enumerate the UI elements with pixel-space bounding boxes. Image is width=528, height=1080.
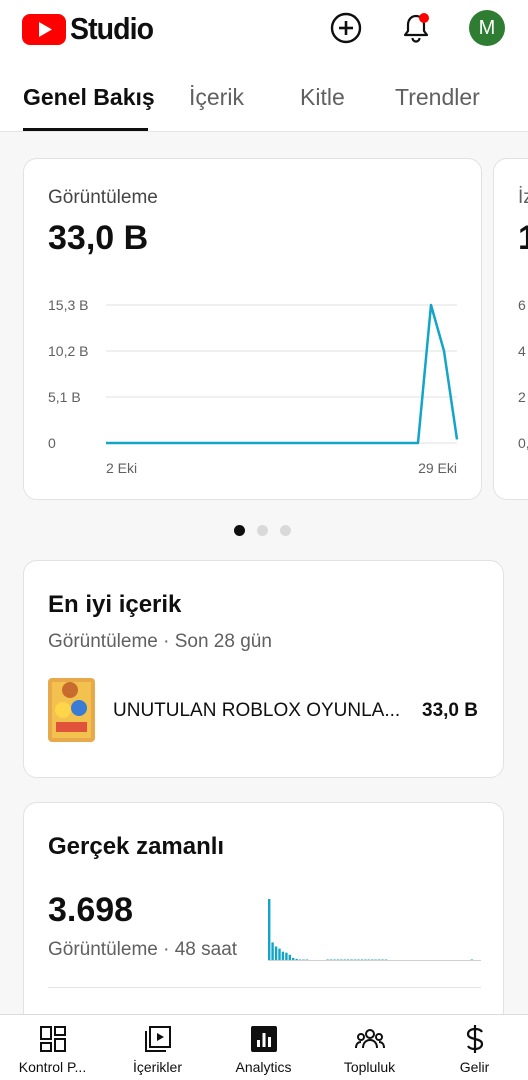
nav-earn[interactable]: Gelir xyxy=(422,1015,527,1080)
views-line-chart: 15,3 B 10,2 B 5,1 B 0 2 Eki 29 Eki xyxy=(48,297,459,476)
y-tick-label: 5,1 B xyxy=(48,389,81,405)
realtime-bar xyxy=(278,948,281,961)
pager-dot-active[interactable] xyxy=(234,525,245,536)
next-metric-tick: 0, xyxy=(518,435,528,451)
divider xyxy=(48,987,481,988)
next-metric-card[interactable]: İz 1 6 4 2 0, xyxy=(493,158,528,500)
top-content-item-value: 33,0 B xyxy=(422,700,478,721)
realtime-title: Gerçek zamanlı xyxy=(48,833,225,860)
views-series-line xyxy=(106,303,459,445)
nav-dashboard[interactable]: Kontrol P... xyxy=(0,1015,105,1080)
analytics-tabs: Genel Bakış İçerik Kitle Trendler xyxy=(0,74,528,132)
notifications-button[interactable] xyxy=(399,11,433,45)
next-metric-value: 1 xyxy=(518,219,528,258)
nav-community[interactable]: Topluluk xyxy=(317,1015,422,1080)
next-metric-tick: 2 xyxy=(518,389,526,405)
dashboard-icon xyxy=(38,1024,68,1054)
x-tick-label: 29 Eki xyxy=(418,460,457,476)
plus-circle-icon xyxy=(330,12,362,44)
realtime-subtitle: Görüntüleme · 48 saat xyxy=(48,939,238,960)
avatar-letter: M xyxy=(478,16,496,39)
y-tick-label: 10,2 B xyxy=(48,343,88,359)
nav-label: Gelir xyxy=(459,1059,490,1075)
realtime-bar-chart xyxy=(268,899,481,961)
nav-label: Analytics xyxy=(235,1059,292,1075)
realtime-bar xyxy=(285,952,288,961)
video-thumbnail[interactable] xyxy=(48,678,95,742)
tab-audience[interactable]: Kitle xyxy=(300,84,345,111)
pager-dot[interactable] xyxy=(280,525,291,536)
bell-icon xyxy=(403,13,429,43)
views-card[interactable]: Görüntüleme 33,0 B 15,3 B 10,2 B 5,1 B02 E… xyxy=(23,158,482,500)
nav-label: Kontrol P... xyxy=(18,1059,87,1075)
pager-dot[interactable] xyxy=(257,525,268,536)
realtime-card[interactable]: Gerçek zamanlı 3.698 Görüntüleme · 48 sa… xyxy=(23,802,504,1042)
top-content-item-title[interactable]: UNUTULAN ROBLOX OYUNLA... xyxy=(113,700,403,722)
notification-dot xyxy=(419,13,429,23)
next-metric-label: İz xyxy=(518,187,528,208)
realtime-bar xyxy=(271,942,274,961)
realtime-bar xyxy=(281,951,285,961)
nav-label: Topluluk xyxy=(343,1059,396,1075)
top-content-title: En iyi içerik xyxy=(48,591,182,618)
active-tab-indicator xyxy=(23,128,148,131)
analytics-icon xyxy=(249,1024,279,1054)
tab-trends[interactable]: Trendler xyxy=(395,84,480,111)
y-tick-label: 15,3 B xyxy=(48,297,88,313)
thumbnail-image xyxy=(48,678,95,742)
avatar[interactable]: M xyxy=(469,10,505,46)
y-tick-label: 0 xyxy=(48,435,56,451)
next-metric-tick: 4 xyxy=(518,343,526,359)
community-icon xyxy=(354,1024,385,1054)
bottom-navigation: Kontrol P... İçerikler Analytics Toplulu… xyxy=(0,1014,528,1080)
youtube-play-icon xyxy=(22,13,66,45)
top-content-card: En iyi içerik Görüntüleme · Son 28 gün U… xyxy=(23,560,504,778)
content-icon xyxy=(143,1024,173,1054)
tab-content[interactable]: İçerik xyxy=(189,84,244,111)
nav-content[interactable]: İçerikler xyxy=(105,1015,210,1080)
earn-icon xyxy=(460,1024,490,1054)
studio-logo[interactable]: Studio xyxy=(22,11,160,46)
card-pager xyxy=(234,525,291,536)
next-metric-tick: 6 xyxy=(518,297,526,313)
top-content-subtitle: Görüntüleme · Son 28 gün xyxy=(48,631,272,652)
nav-analytics[interactable]: Analytics xyxy=(211,1015,316,1080)
tab-overview[interactable]: Genel Bakış xyxy=(23,84,155,111)
app-name: Studio xyxy=(70,11,154,46)
app-header: Studio M Genel Bakış İçerik Kitle Trendl… xyxy=(0,0,528,132)
realtime-value: 3.698 xyxy=(48,891,134,929)
x-tick-label: 2 Eki xyxy=(106,460,137,476)
realtime-bar xyxy=(274,946,278,961)
realtime-bar xyxy=(268,899,271,961)
create-button[interactable] xyxy=(329,11,363,45)
nav-label: İçerikler xyxy=(132,1059,182,1075)
